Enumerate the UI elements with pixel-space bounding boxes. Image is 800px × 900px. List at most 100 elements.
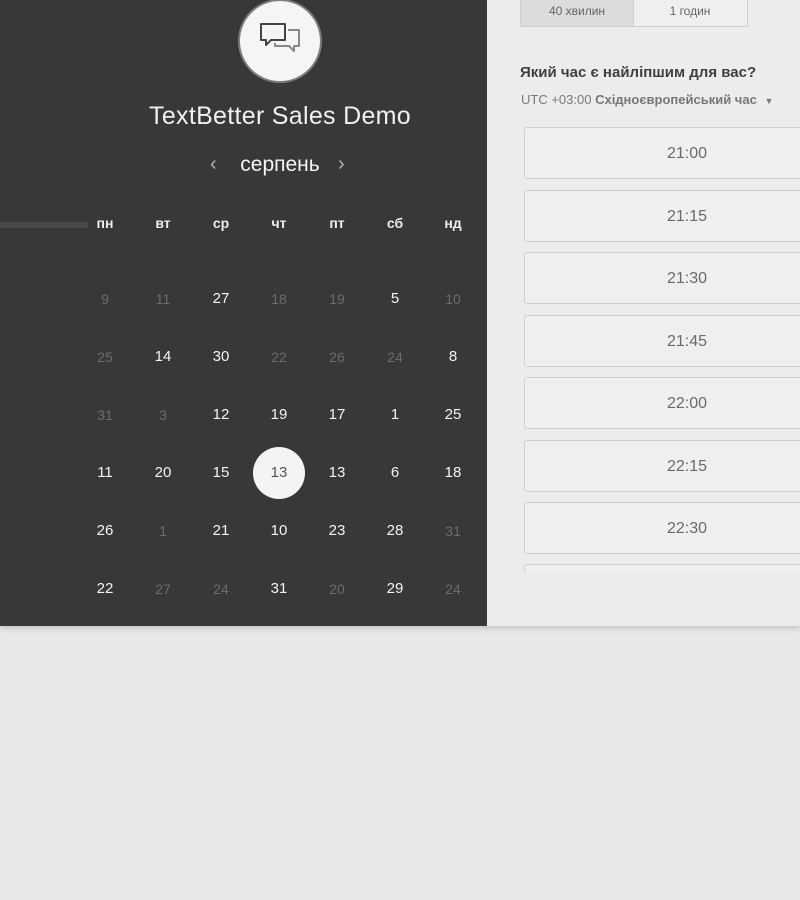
calendar-day: 26 xyxy=(308,328,366,386)
calendar-day[interactable]: 23 xyxy=(308,502,366,560)
calendar-day-number: 15 xyxy=(212,464,230,481)
calendar-day-selected[interactable]: 13 xyxy=(250,444,308,502)
time-question: Який час є найліпшим для вас? xyxy=(520,64,757,81)
calendar-day-number: 10 xyxy=(270,522,288,539)
calendar-day[interactable]: 15 xyxy=(192,444,250,502)
calendar-day: 27 xyxy=(134,560,192,618)
calendar-day-number: 22 xyxy=(96,580,114,597)
calendar-day[interactable]: 11 xyxy=(76,444,134,502)
calendar-day: 20 xyxy=(308,560,366,618)
calendar-day: 18 xyxy=(250,270,308,328)
calendar-day-number: 26 xyxy=(329,349,345,365)
calendar-day-number: 17 xyxy=(328,406,346,423)
calendar-day-number: 18 xyxy=(271,291,287,307)
calendar-day[interactable]: 13 xyxy=(308,444,366,502)
time-slot-button[interactable]: 21:30 xyxy=(524,252,800,304)
weekday-label: сб xyxy=(386,215,404,231)
calendar-day: 24 xyxy=(366,328,424,386)
calendar-day-number: 6 xyxy=(390,464,400,481)
time-slot-label: 21:30 xyxy=(666,270,708,287)
calendar-day: 9 xyxy=(76,270,134,328)
calendar-day[interactable]: 30 xyxy=(192,328,250,386)
duration-tab[interactable]: 1 годин xyxy=(633,0,747,26)
time-slot-button[interactable]: 21:15 xyxy=(524,189,800,242)
calendar-day[interactable]: 14 xyxy=(134,328,192,386)
calendar-day-number: 10 xyxy=(445,291,461,307)
time-slot-label: 22:15 xyxy=(666,457,708,475)
calendar-day: 3 xyxy=(134,386,192,444)
caret-down-icon: ▼ xyxy=(764,96,774,106)
time-slot-label: 21:00 xyxy=(666,145,708,162)
calendar-day-number: 19 xyxy=(270,406,288,423)
calendar-day: 11 xyxy=(134,270,192,328)
time-slot-button[interactable]: 21:45 xyxy=(524,314,800,367)
time-slot-button[interactable]: 21:00 xyxy=(524,127,800,179)
calendar-day-number: 31 xyxy=(270,580,288,597)
calendar-day-number: 24 xyxy=(387,349,403,365)
calendar-day-number: 14 xyxy=(154,348,172,365)
calendar-day[interactable]: 29 xyxy=(366,560,424,618)
weekday-label: чт xyxy=(271,215,287,231)
calendar-day[interactable]: 31 xyxy=(250,560,308,618)
calendar-day-number: 27 xyxy=(212,290,230,307)
calendar-day: 24 xyxy=(424,560,482,618)
calendar-day[interactable]: 21 xyxy=(192,502,250,560)
event-title: TextBetter Sales Demo xyxy=(149,102,411,130)
calendar-day: 10 xyxy=(424,270,482,328)
calendar-day-number: 1 xyxy=(159,523,167,539)
calendar-day[interactable]: 28 xyxy=(366,502,424,560)
calendar-day-number: 11 xyxy=(97,464,113,481)
calendar-day[interactable]: 6 xyxy=(366,444,424,502)
time-slot-label: 21:15 xyxy=(666,207,708,225)
calendar-day-number: 31 xyxy=(97,407,113,423)
calendar-day[interactable]: 22 xyxy=(76,560,134,618)
calendar-day-number: 24 xyxy=(445,581,461,597)
calendar-day-number: 22 xyxy=(271,349,287,365)
weekday-label: пт xyxy=(329,215,345,231)
calendar-day[interactable]: 18 xyxy=(424,444,482,502)
calendar-day[interactable]: 25 xyxy=(424,386,482,444)
calendar-grid: 9 11 27 18 19 5 10 25 14 30 22 26 24 8 31 3 12 19 17 1 25 11 2… xyxy=(76,270,484,620)
calendar-day-number: 18 xyxy=(444,464,462,481)
event-logo xyxy=(240,1,320,81)
calendar-day[interactable]: 20 xyxy=(134,444,192,502)
calendar-day[interactable]: 27 xyxy=(192,270,250,328)
timezone-selector[interactable]: UTC +03:00 Східноєвропейський час ▼ xyxy=(521,92,773,107)
calendar-day: 1 xyxy=(134,502,192,560)
calendar-day-number: 27 xyxy=(155,581,171,597)
time-slot-button[interactable]: 22:15 xyxy=(524,439,800,492)
month-label: серпень xyxy=(240,153,320,176)
weekday-header: пн вт ср чт пт сб нд xyxy=(76,215,484,235)
calendar-day-number: 26 xyxy=(96,522,114,539)
calendar-day[interactable]: 10 xyxy=(250,502,308,560)
calendar-day-number: 5 xyxy=(390,290,400,307)
calendar-day[interactable]: 19 xyxy=(250,386,308,444)
month-navigator: ‹ серпень › xyxy=(200,151,360,181)
calendar-day-number: 20 xyxy=(154,464,172,481)
next-month-icon[interactable]: › xyxy=(338,153,345,176)
weekday-label: ср xyxy=(212,215,230,231)
calendar-day[interactable]: 12 xyxy=(192,386,250,444)
calendar-day[interactable]: 8 xyxy=(424,328,482,386)
calendar-day: 25 xyxy=(76,328,134,386)
calendar-day-number: 8 xyxy=(448,348,458,365)
calendar-day-number: 25 xyxy=(97,349,113,365)
calendar-day[interactable]: 17 xyxy=(308,386,366,444)
weekday-label: нд xyxy=(444,215,462,231)
calendar-day: 31 xyxy=(76,386,134,444)
calendar-day: 19 xyxy=(308,270,366,328)
calendar-panel: TextBetter Sales Demo ‹ серпень › пн вт ср… xyxy=(0,0,487,626)
time-slot-button[interactable]: 22:00 xyxy=(524,377,800,429)
timezone-offset: UTC +03:00 xyxy=(521,92,592,107)
calendar-day-number: 31 xyxy=(445,523,461,539)
calendar-day[interactable]: 26 xyxy=(76,502,134,560)
time-slot-button[interactable]: 22:30 xyxy=(524,502,800,554)
calendar-day: 24 xyxy=(192,560,250,618)
calendar-day[interactable]: 5 xyxy=(366,270,424,328)
time-slot-button-partial[interactable] xyxy=(524,564,800,572)
calendar-day-number: 21 xyxy=(212,522,230,539)
weekday-divider xyxy=(0,222,88,228)
calendar-day-number: 9 xyxy=(101,291,109,307)
duration-tab[interactable]: 40 хвилин xyxy=(521,0,634,26)
calendar-day[interactable]: 1 xyxy=(366,386,424,444)
